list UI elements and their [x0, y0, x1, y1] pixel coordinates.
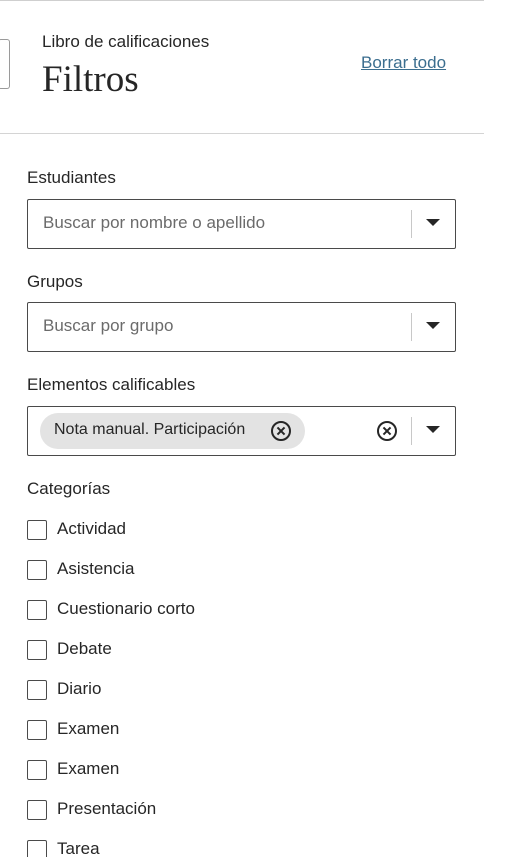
chevron-down-icon[interactable] [426, 322, 440, 329]
checkbox-label[interactable]: Presentación [57, 799, 156, 819]
checkbox-label[interactable]: Asistencia [57, 559, 134, 579]
gradable-items-select[interactable]: Nota manual. Participación [27, 406, 456, 456]
chevron-down-icon[interactable] [426, 426, 440, 433]
categories-label: Categorías [27, 479, 111, 498]
category-checkbox-row[interactable]: Actividad [27, 519, 327, 541]
students-search-input[interactable]: Buscar por nombre o apellido [43, 213, 265, 233]
header-divider [0, 133, 484, 134]
select-separator [411, 313, 412, 341]
checkbox-label[interactable]: Debate [57, 639, 112, 659]
select-separator [411, 417, 412, 445]
remove-chip-icon[interactable] [271, 421, 291, 441]
checkbox[interactable] [27, 640, 47, 660]
panel-title: Filtros [42, 59, 139, 100]
category-checkbox-row[interactable]: Debate [27, 639, 327, 661]
checkbox[interactable] [27, 520, 47, 540]
chip-label: Nota manual. Participación [54, 421, 246, 438]
checkbox-label[interactable]: Examen [57, 719, 119, 739]
clear-selection-icon[interactable] [377, 421, 397, 441]
category-checkbox-row[interactable]: Asistencia [27, 559, 327, 581]
students-select[interactable]: Buscar por nombre o apellido [27, 199, 456, 249]
category-checkbox-row[interactable]: Examen [27, 719, 327, 741]
category-checkbox-row[interactable]: Presentación [27, 799, 327, 821]
checkbox[interactable] [27, 840, 47, 857]
checkbox-label[interactable]: Examen [57, 759, 119, 779]
selected-item-chip: Nota manual. Participación [40, 413, 305, 449]
top-border [0, 0, 484, 1]
checkbox-label[interactable]: Diario [57, 679, 101, 699]
groups-search-input[interactable]: Buscar por grupo [43, 316, 173, 336]
groups-label: Grupos [27, 272, 83, 291]
checkbox[interactable] [27, 720, 47, 740]
chevron-down-icon[interactable] [426, 219, 440, 226]
category-checkbox-row[interactable]: Diario [27, 679, 327, 701]
panel-subtitle: Libro de calificaciones [42, 32, 210, 51]
checkbox[interactable] [27, 760, 47, 780]
select-separator [411, 210, 412, 238]
category-checkbox-row[interactable]: Cuestionario corto [27, 599, 327, 621]
category-checkbox-row[interactable]: Tarea [27, 839, 327, 857]
checkbox[interactable] [27, 800, 47, 820]
category-checkbox-row[interactable]: Examen [27, 759, 327, 781]
checkbox[interactable] [27, 600, 47, 620]
clear-all-link[interactable]: Borrar todo [361, 53, 446, 73]
filters-panel: Libro de calificaciones Filtros Borrar t… [0, 0, 506, 857]
checkbox-label[interactable]: Cuestionario corto [57, 599, 195, 619]
checkbox[interactable] [27, 560, 47, 580]
checkbox-label[interactable]: Tarea [57, 839, 100, 857]
background-panel-edge [0, 39, 10, 89]
students-label: Estudiantes [27, 168, 116, 187]
groups-select[interactable]: Buscar por grupo [27, 302, 456, 352]
gradable-items-label: Elementos calificables [27, 375, 196, 394]
checkbox[interactable] [27, 680, 47, 700]
checkbox-label[interactable]: Actividad [57, 519, 126, 539]
